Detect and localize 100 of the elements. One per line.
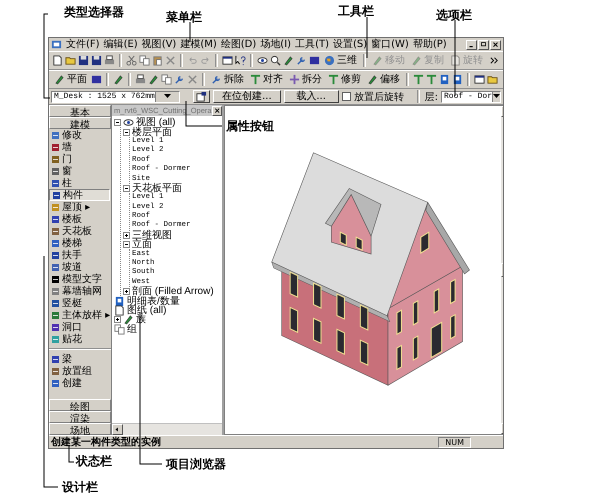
- wrench-icon[interactable]: [296, 55, 307, 66]
- copy-icon[interactable]: [161, 74, 172, 85]
- design-tool[interactable]: 楼梯: [49, 237, 110, 249]
- tree-item[interactable]: 三维视图: [132, 230, 172, 240]
- design-tool[interactable]: 墙: [49, 141, 110, 153]
- align-icon[interactable]: [426, 74, 437, 85]
- menu-item[interactable]: 文件(F): [66, 38, 100, 50]
- printer-icon[interactable]: [135, 74, 146, 85]
- collapse-icon[interactable]: [123, 128, 130, 136]
- toolbar-button[interactable]: 拆分: [287, 74, 324, 86]
- design-tab[interactable]: 建模: [49, 117, 111, 129]
- dropdown-arrow-icon[interactable]: [164, 94, 172, 99]
- design-tool[interactable]: 模型文字: [49, 273, 110, 285]
- tree-item[interactable]: 组: [127, 324, 137, 334]
- document-icon[interactable]: [114, 305, 125, 316]
- collapse-icon[interactable]: [123, 184, 130, 192]
- tree-item[interactable]: 楼层平面: [132, 128, 172, 137]
- checkbox[interactable]: [342, 92, 351, 101]
- align-icon[interactable]: [250, 74, 261, 85]
- toolbar-button[interactable]: 对齐: [248, 74, 285, 86]
- tree-item[interactable]: 明细表/数量: [127, 296, 180, 306]
- document-icon[interactable]: [52, 55, 63, 66]
- design-tool[interactable]: 放置组: [49, 365, 110, 377]
- menu-item[interactable]: 视图(V): [142, 38, 176, 50]
- design-tool[interactable]: 扶手: [49, 249, 110, 261]
- copy-icon[interactable]: [139, 55, 150, 66]
- tree-item[interactable]: 剖面 (Filled Arrow): [132, 287, 214, 296]
- page-icon[interactable]: [439, 74, 450, 85]
- menu-item[interactable]: 场地(I): [260, 38, 292, 50]
- toolbar-button[interactable]: 载入...: [284, 90, 339, 103]
- minimize-icon[interactable]: [466, 40, 477, 50]
- design-tool[interactable]: 梁: [49, 353, 110, 365]
- align-icon[interactable]: [413, 74, 424, 85]
- tree-item[interactable]: 图纸 (all): [127, 306, 166, 315]
- tree-item[interactable]: 立面: [132, 240, 152, 250]
- printer-icon[interactable]: [104, 55, 115, 66]
- design-tab[interactable]: 渲染: [49, 411, 111, 423]
- level-dropdown[interactable]: Roof - Dor: [441, 90, 501, 102]
- menu-item[interactable]: 工具(T): [295, 38, 329, 50]
- menu-item[interactable]: 窗口(W): [371, 38, 409, 50]
- square-icon[interactable]: [309, 55, 320, 66]
- help-icon[interactable]: [235, 55, 246, 66]
- design-tool[interactable]: 幕墙轴网: [49, 285, 110, 297]
- align-icon[interactable]: [328, 74, 339, 85]
- restore-icon[interactable]: [478, 40, 489, 50]
- design-tool[interactable]: 楼板: [49, 213, 110, 225]
- design-tool[interactable]: 主体放样 ▸: [49, 309, 110, 321]
- tool-icon[interactable]: [367, 74, 378, 85]
- design-tool[interactable]: 窗: [49, 165, 110, 177]
- properties-button[interactable]: [193, 90, 210, 103]
- zoom-icon[interactable]: [270, 55, 281, 66]
- design-tool[interactable]: 修改: [49, 129, 110, 141]
- design-tab[interactable]: 基本: [49, 105, 111, 117]
- copy-icon[interactable]: [114, 324, 125, 335]
- expand-icon[interactable]: [123, 232, 130, 239]
- collapse-icon[interactable]: [123, 241, 130, 248]
- wrench-icon[interactable]: [174, 74, 185, 85]
- toolbar-button[interactable]: 三维: [322, 54, 359, 66]
- clipboard-icon[interactable]: [152, 55, 163, 66]
- app-icon[interactable]: [51, 39, 62, 50]
- dropdown-arrow-icon[interactable]: [493, 94, 500, 99]
- expand-icon[interactable]: [114, 316, 121, 324]
- toolbar-button[interactable]: 在位创建...: [213, 90, 281, 103]
- tree-item[interactable]: 视图 (all): [136, 118, 176, 128]
- expand-icon[interactable]: [123, 288, 130, 296]
- type-selector[interactable]: M_Desk : 1525 x 762mm: [51, 90, 180, 102]
- folder-icon[interactable]: [65, 55, 76, 66]
- design-tool[interactable]: 天花板: [49, 225, 110, 237]
- scissors-icon[interactable]: [126, 55, 137, 66]
- design-tool[interactable]: 竖梃: [49, 297, 110, 309]
- tool-icon[interactable]: [283, 55, 294, 66]
- design-tab[interactable]: 绘图: [49, 399, 111, 411]
- design-tool[interactable]: 屋顶 ▸: [49, 201, 110, 213]
- eye-icon[interactable]: [257, 55, 268, 66]
- split-icon[interactable]: [289, 74, 300, 85]
- menu-item[interactable]: 建模(M): [180, 38, 217, 50]
- menu-item[interactable]: 绘图(D): [220, 38, 256, 50]
- tree-item[interactable]: 天花板平面: [132, 184, 182, 193]
- toolbar-button[interactable]: 拆除: [209, 74, 246, 86]
- tool-icon[interactable]: [54, 74, 65, 85]
- collapse-icon[interactable]: [114, 119, 121, 126]
- chevron-icon[interactable]: [489, 55, 500, 66]
- design-tool[interactable]: 门: [49, 153, 110, 165]
- window-icon[interactable]: [222, 55, 233, 66]
- eye-icon[interactable]: [123, 117, 134, 128]
- tool-icon[interactable]: [148, 74, 159, 85]
- globe-icon[interactable]: [324, 55, 335, 66]
- design-tool[interactable]: 洞口: [49, 321, 110, 333]
- tool-icon[interactable]: [113, 74, 124, 85]
- scroll-left-icon[interactable]: [112, 424, 123, 435]
- menu-item[interactable]: 帮助(P): [412, 38, 447, 50]
- tool-icon[interactable]: [123, 314, 134, 326]
- design-tool[interactable]: 贴花: [49, 333, 110, 345]
- design-tool[interactable]: 构件: [49, 189, 110, 201]
- menu-item[interactable]: 设置(S): [332, 38, 368, 50]
- folder-icon[interactable]: [487, 74, 498, 85]
- page-icon[interactable]: [114, 296, 125, 307]
- toolbar-button[interactable]: 修剪: [326, 74, 363, 86]
- wrench-icon[interactable]: [211, 74, 222, 85]
- square-icon[interactable]: [91, 74, 102, 85]
